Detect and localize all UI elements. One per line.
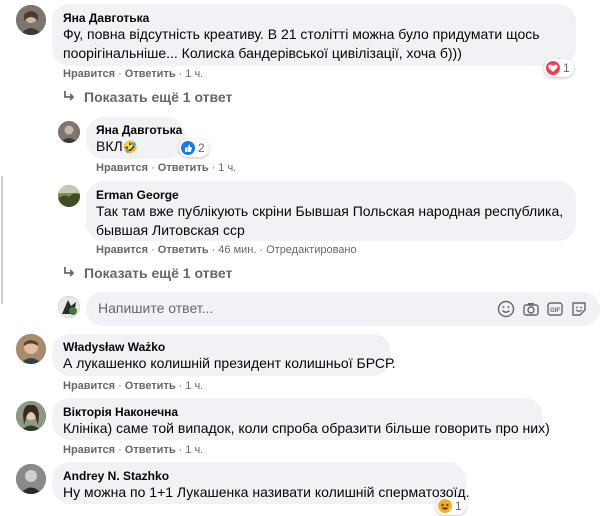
- avatar[interactable]: [16, 334, 46, 364]
- reply-link[interactable]: Ответить: [158, 162, 209, 174]
- like-link[interactable]: Нравится: [63, 444, 115, 456]
- show-more-replies-link[interactable]: Показать ещё 1 ответ: [84, 265, 232, 281]
- edited-label[interactable]: Отредактировано: [266, 244, 357, 256]
- comment-author[interactable]: Władysław Ważko: [63, 340, 165, 354]
- comment-actions: Нравится · Ответить · 1 ч.: [63, 68, 204, 80]
- comment-text: Клініка) саме той випадок, коли спроба о…: [63, 420, 550, 436]
- gif-icon[interactable]: GIF: [546, 300, 564, 318]
- timestamp[interactable]: 1 ч.: [185, 68, 203, 80]
- show-more-replies-link[interactable]: Показать ещё 1 ответ: [84, 89, 232, 105]
- comment-actions: Нравится · Ответить · 1 ч.: [96, 162, 237, 174]
- comment-author[interactable]: Вікторія Наконечна: [63, 405, 178, 419]
- sticker-icon[interactable]: [570, 300, 588, 318]
- comment-author[interactable]: Яна Давготька: [96, 123, 182, 137]
- like-link[interactable]: Нравится: [63, 68, 115, 80]
- thread-line: [1, 176, 3, 304]
- comment-author[interactable]: Andrey N. Stazhko: [63, 469, 169, 483]
- laughing-emoji-icon: 🤣: [122, 140, 138, 154]
- comment-text: бывшая Литовская сср: [96, 222, 245, 238]
- love-reaction-icon: [546, 61, 560, 75]
- reaction-count-text: 1: [563, 61, 570, 75]
- timestamp[interactable]: 46 мин.: [218, 244, 256, 256]
- reaction-count[interactable]: 1: [544, 59, 574, 77]
- like-link[interactable]: Нравится: [63, 380, 115, 392]
- timestamp[interactable]: 1 ч.: [218, 162, 236, 174]
- comment-actions: Нравится · Ответить · 1 ч.: [63, 380, 204, 392]
- avatar[interactable]: [16, 464, 46, 494]
- comment-actions: Нравится · Ответить · 46 мин. · Отредактирован…: [96, 244, 357, 256]
- comment-author[interactable]: Erman George: [96, 188, 179, 202]
- emoji-icon[interactable]: [497, 300, 515, 318]
- reply-link[interactable]: Ответить: [125, 380, 176, 392]
- comment-text: А лукашенко колишній президент колишньої…: [63, 355, 396, 371]
- comment-text: ВКЛ🤣: [96, 137, 138, 157]
- comment-text: Ну можна по 1+1 Лукашенка називати колиш…: [63, 484, 470, 500]
- reaction-count-text: 2: [198, 141, 205, 155]
- comment-text-content: ВКЛ: [96, 138, 123, 154]
- reply-arrow-icon: [62, 265, 76, 279]
- svg-text:GIF: GIF: [550, 308, 560, 314]
- comment-text: Так там вже публікують скріни Бывшая Пол…: [96, 203, 564, 219]
- avatar[interactable]: [58, 185, 80, 207]
- avatar[interactable]: [58, 121, 80, 143]
- like-link[interactable]: Нравится: [96, 162, 148, 174]
- camera-icon[interactable]: [522, 300, 540, 318]
- comment-text: поорігінальніше... Колиска бандерівської…: [63, 45, 462, 61]
- current-user-avatar[interactable]: [58, 296, 80, 318]
- timestamp[interactable]: 1 ч.: [185, 380, 203, 392]
- reaction-count[interactable]: 2: [179, 139, 209, 157]
- reply-input-placeholder: Напишите ответ...: [98, 300, 214, 316]
- avatar[interactable]: [16, 5, 46, 35]
- reply-link[interactable]: Ответить: [158, 244, 209, 256]
- reply-link[interactable]: Ответить: [125, 444, 176, 456]
- reaction-count[interactable]: 1: [436, 497, 466, 515]
- reaction-count-text: 1: [455, 499, 462, 513]
- like-reaction-icon: [181, 141, 195, 155]
- reply-link[interactable]: Ответить: [125, 68, 176, 80]
- reply-arrow-icon: [62, 89, 76, 103]
- like-link[interactable]: Нравится: [96, 244, 148, 256]
- comment-text: Фу, повна відсутність креативу. В 21 сто…: [63, 26, 540, 42]
- comment-actions: Нравится · Ответить · 1 ч.: [63, 444, 204, 456]
- timestamp[interactable]: 1 ч.: [185, 444, 203, 456]
- comment-author[interactable]: Яна Давготька: [63, 11, 149, 25]
- haha-reaction-icon: [438, 499, 452, 513]
- avatar[interactable]: [16, 401, 46, 431]
